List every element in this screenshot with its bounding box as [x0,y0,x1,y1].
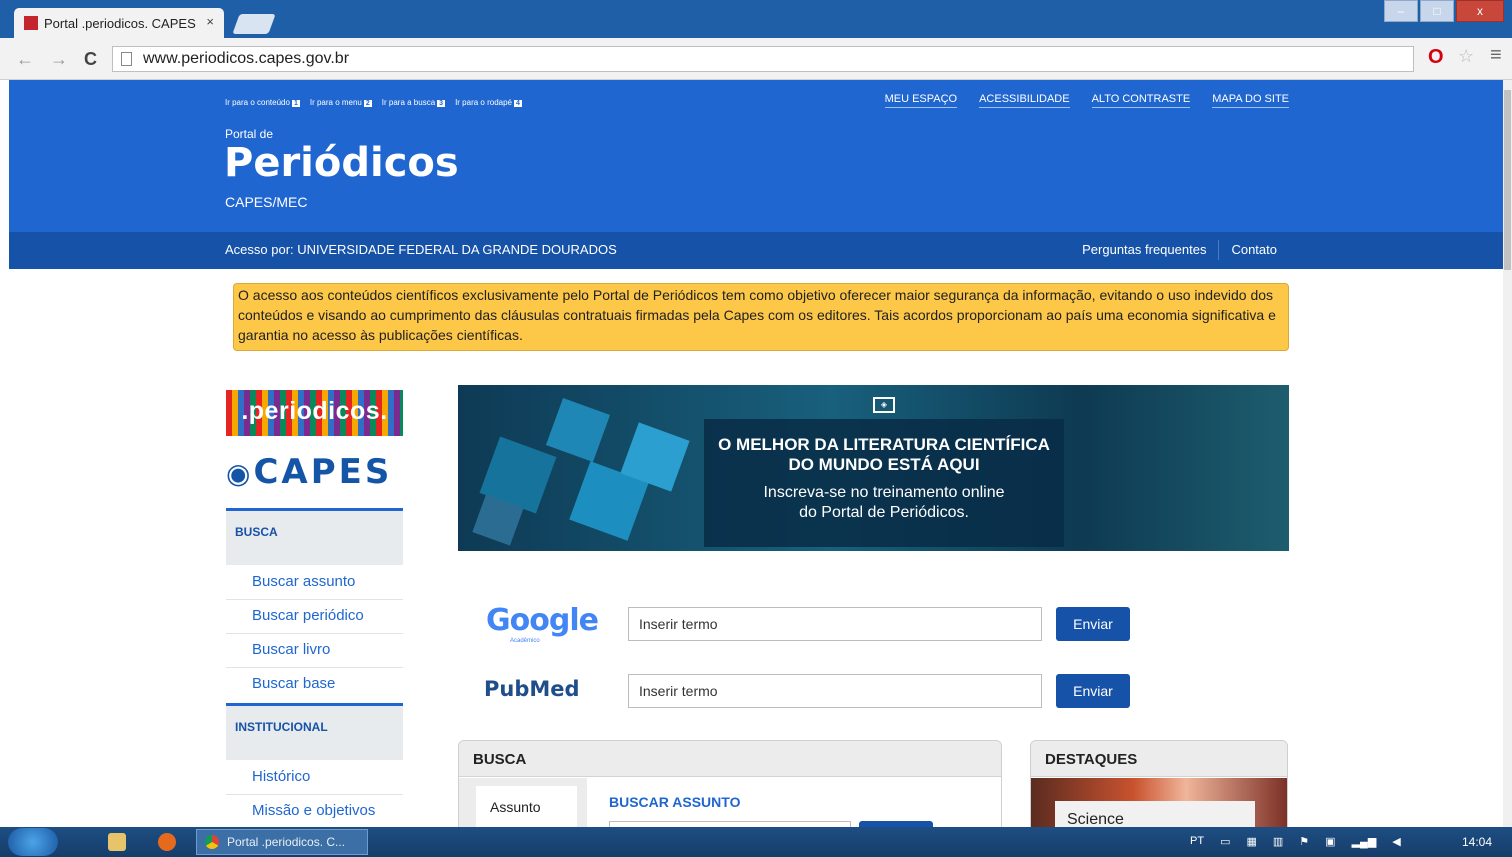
app-tray-icon[interactable]: ▦ [1246,835,1256,848]
sidebar-heading-institucional: INSTITUCIONAL [226,703,403,760]
destaques-heading: DESTAQUES [1031,741,1287,777]
url-text: www.periodicos.capes.gov.br [143,50,350,67]
forward-arrow-icon[interactable]: → [50,49,68,70]
menu-acessibilidade[interactable]: ACESSIBILIDADE [979,93,1070,108]
sidebar-item-buscar-periodico[interactable]: Buscar periódico [226,600,403,634]
bookmark-star-icon[interactable]: ☆ [1458,46,1474,67]
banner-cube [545,397,611,463]
tab-title: Portal .periodicos. CAPES [44,15,196,31]
browser-tabstrip: Portal .periodicos. CAPES × – □ x [0,0,1512,38]
back-arrow-icon[interactable]: ← [16,49,34,70]
system-tray: PT ▭ ▦ ▥ ⚑ ▣ ▂▄▆ ◀ [1190,835,1401,848]
signal-icon[interactable]: ▂▄▆ [1352,835,1377,848]
menu-meu-espaco[interactable]: MEU ESPAÇO [884,93,958,108]
top-menu: MEU ESPAÇO ACESSIBILIDADE ALTO CONTRASTE… [884,93,1289,108]
capes-favicon-icon [24,16,38,30]
skip-link-content[interactable]: Ir para o conteúdo 1 [225,98,300,107]
capes-logo[interactable]: ◉CAPES [226,452,392,492]
opera-icon[interactable]: O [1428,46,1444,69]
language-indicator[interactable]: PT [1190,835,1204,848]
network-tray-icon[interactable]: ▥ [1273,835,1283,848]
windows-taskbar: Portal .periodicos. C... PT ▭ ▦ ▥ ⚑ ▣ ▂▄… [0,827,1512,857]
address-bar[interactable]: www.periodicos.capes.gov.br [112,46,1414,72]
page-scrollbar[interactable] [1503,80,1512,827]
firefox-icon[interactable] [158,833,176,851]
display-icon[interactable]: ▣ [1325,835,1335,848]
capes-eye-icon: ◉ [226,457,254,490]
chrome-icon [205,835,219,849]
menu-icon[interactable]: ≡ [1490,44,1502,67]
training-banner[interactable]: ◈ O MELHOR DA LITERATURA CIENTÍFICA DO MU… [458,385,1289,551]
reload-icon[interactable]: C [84,49,97,70]
site-subtitle: CAPES/MEC [225,194,308,210]
sidebar-item-buscar-assunto[interactable]: Buscar assunto [226,566,403,600]
destaques-caption[interactable]: Science [1055,801,1255,827]
access-info: Acesso por: UNIVERSIDADE FEDERAL DA GRAN… [225,242,617,257]
new-tab-button[interactable] [232,14,276,34]
periodicos-logo[interactable]: .periodicos. [226,390,403,436]
sidebar-item-historico[interactable]: Histórico [226,761,403,795]
skip-link-footer[interactable]: Ir para o rodapé 4 [455,98,522,107]
taskbar-chrome-window[interactable]: Portal .periodicos. C... [196,829,368,855]
pubmed-search-input[interactable]: Inserir termo [628,674,1042,708]
skip-link-search[interactable]: Ir para a busca 3 [382,98,446,107]
tab-close-icon[interactable]: × [206,14,214,29]
window-controls: – □ x [1382,0,1504,22]
busca-panel: BUSCA Assunto BUSCAR ASSUNTO [458,740,1002,827]
destaques-panel: DESTAQUES Science [1030,740,1288,827]
google-search-input[interactable]: Inserir termo [628,607,1042,641]
google-academico-logo: Google [486,603,599,638]
volume-icon[interactable]: ◀ [1392,835,1400,848]
sidebar-item-buscar-base[interactable]: Buscar base [226,668,403,702]
browser-toolbar: ← → C www.periodicos.capes.gov.br [0,38,1512,80]
flag-icon[interactable]: ⚑ [1299,835,1309,848]
browser-tab[interactable]: Portal .periodicos. CAPES × [14,8,224,38]
access-bar: Acesso por: UNIVERSIDADE FEDERAL DA GRAN… [9,232,1503,269]
site-title[interactable]: Periódicos [224,140,459,186]
contact-link[interactable]: Contato [1219,242,1289,260]
start-button[interactable] [8,828,58,856]
minimize-button[interactable]: – [1384,0,1418,22]
page-icon [121,52,132,66]
site-header: Ir para o conteúdo 1 Ir para o menu 2 Ir p… [9,80,1503,232]
menu-alto-contraste[interactable]: ALTO CONTRASTE [1091,93,1191,108]
taskbar-chrome-label: Portal .periodicos. C... [227,835,346,849]
busca-tabs: Assunto [459,778,587,827]
google-academico-sublabel: Acadêmico [510,638,540,644]
close-window-button[interactable]: x [1456,0,1504,22]
page-content: Ir para o conteúdo 1 Ir para o menu 2 Ir p… [0,80,1512,827]
google-send-button[interactable]: Enviar [1056,607,1130,641]
laptop-icon: ◈ [873,397,895,413]
pubmed-logo: PubMed [484,677,580,701]
notice-banner: O acesso aos conteúdos científicos exclu… [233,283,1289,351]
banner-subtext: Inscreva-se no treinamento online do Port… [763,484,1005,521]
sidebar-heading-busca: BUSCA [226,508,403,565]
sidebar-item-missao[interactable]: Missão e objetivos [226,795,403,827]
scrollbar-thumb[interactable] [1504,90,1511,270]
pubmed-send-button[interactable]: Enviar [1056,674,1130,708]
skip-links: Ir para o conteúdo 1 Ir para o menu 2 Ir p… [225,98,522,107]
keyboard-icon[interactable]: ▭ [1220,835,1230,848]
sidebar-item-buscar-livro[interactable]: Buscar livro [226,634,403,668]
tab-assunto[interactable]: Assunto [476,786,577,827]
skip-link-menu[interactable]: Ir para o menu 2 [310,98,372,107]
file-explorer-icon[interactable] [108,833,126,851]
faq-link[interactable]: Perguntas frequentes [1070,242,1218,260]
banner-headline: O MELHOR DA LITERATURA CIENTÍFICA DO MUND… [718,435,1050,474]
maximize-button[interactable]: □ [1420,0,1454,22]
portal-de-label: Portal de [225,127,274,141]
clock[interactable]: 14:04 [1462,835,1492,849]
busca-panel-title: BUSCAR ASSUNTO [609,794,741,810]
menu-mapa-do-site[interactable]: MAPA DO SITE [1212,93,1289,108]
busca-panel-heading: BUSCA [459,741,1001,777]
